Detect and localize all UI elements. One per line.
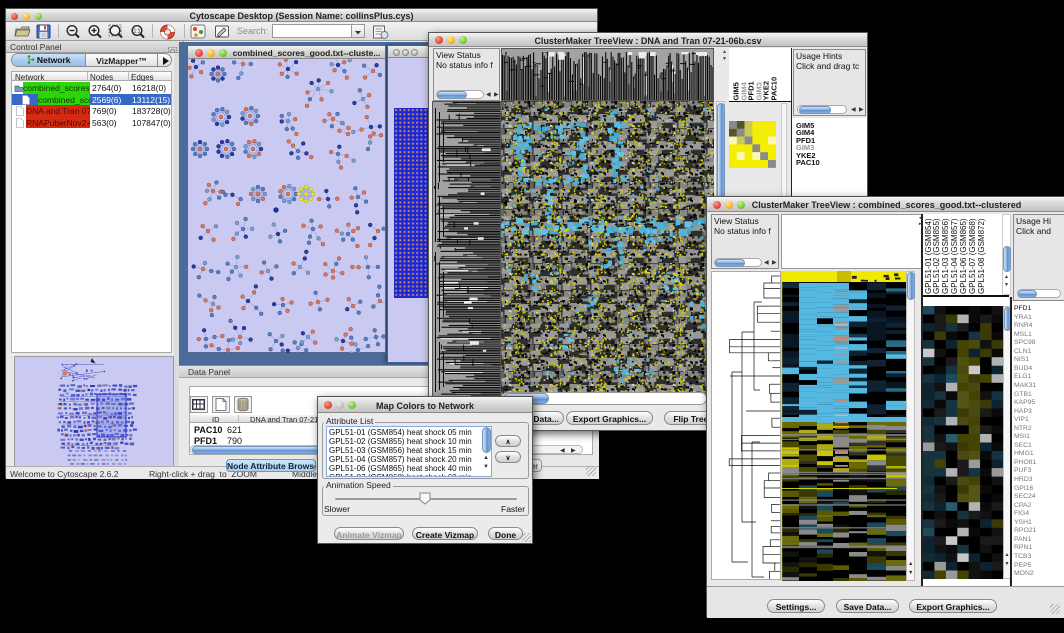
- svg-text:1:1: 1:1: [134, 29, 141, 35]
